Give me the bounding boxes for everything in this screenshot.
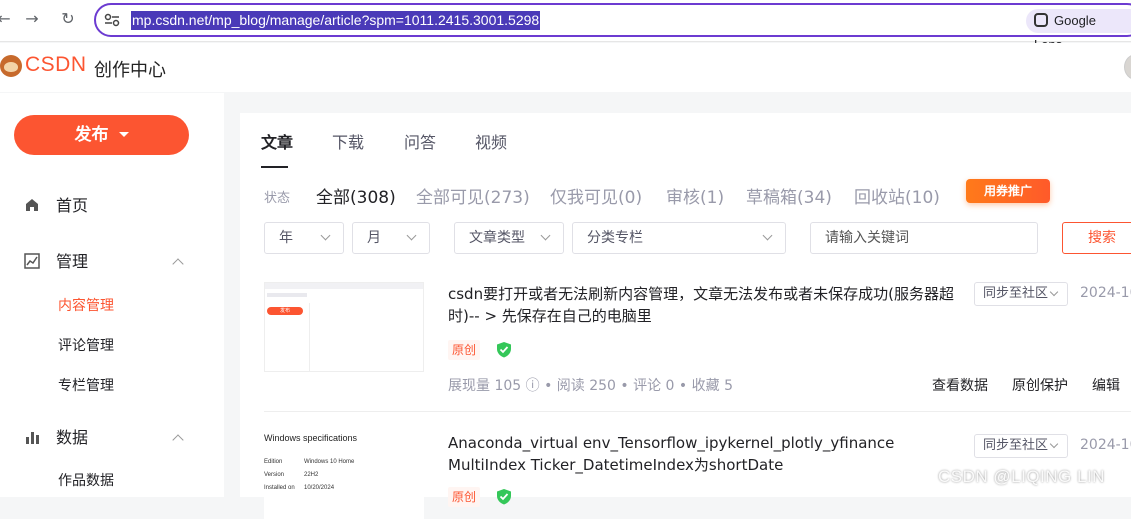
tab-download[interactable]: 下载 [332, 129, 364, 153]
sync-community-select[interactable]: 同步至社区 [974, 434, 1068, 458]
thumb-browser-bar [265, 283, 423, 289]
thumb-publish-button: 发布 [267, 307, 303, 315]
sidebar-item-works-data[interactable]: 作品数据 [58, 471, 114, 491]
thumb-heading: Windows specifications [264, 433, 358, 443]
row-divider [264, 411, 1131, 412]
view-data-link[interactable]: 查看数据 [932, 375, 988, 395]
original-protection-link[interactable]: 原创保护 [1012, 375, 1068, 395]
thumb-header [267, 293, 307, 297]
sidebar-item-data[interactable]: 数据 [24, 426, 88, 450]
filter-all[interactable]: 全部(308) [316, 183, 396, 208]
chevron-down-icon [118, 132, 129, 137]
back-icon[interactable]: ← [0, 9, 14, 29]
sidebar-item-home[interactable]: 首页 [24, 194, 88, 218]
sidebar-item-label: 首页 [56, 196, 89, 215]
sidebar-item-label: 管理 [56, 252, 89, 271]
chevron-down-icon [540, 230, 551, 241]
lens-icon [1034, 13, 1048, 27]
chevron-down-icon [320, 230, 331, 241]
google-lens-button[interactable]: Google Lens [1026, 9, 1131, 52]
article-thumbnail[interactable]: Windows specifications Edition Windows 1… [264, 429, 424, 519]
tab-article[interactable]: 文章 [261, 129, 293, 153]
thumb-text: Installed on [264, 485, 295, 491]
year-select[interactable]: 年 [264, 222, 344, 254]
thumb-text: Windows 10 Home [304, 459, 355, 465]
watermark: CSDN @LIQING LIN [938, 467, 1105, 486]
filter-review[interactable]: 审核(1) [666, 183, 724, 208]
column-select[interactable]: 分类专栏 [572, 222, 786, 254]
article-date: 2024-10 [1080, 285, 1131, 301]
sidebar-item-manage[interactable]: 管理 [24, 250, 88, 274]
csdn-logo[interactable]: CSDN [25, 53, 87, 77]
shield-check-icon [497, 342, 511, 358]
year-select-value: 年 [279, 230, 293, 246]
bar-chart-icon [26, 432, 39, 444]
sidebar: 发布 首页 管理 内容管理 评论管理 专栏管理 数据 作品数据 [0, 93, 224, 497]
sync-label: 同步至社区 [983, 438, 1049, 453]
filter-private[interactable]: 仅我可见(0) [550, 183, 642, 208]
thumb-text: 10/20/2024 [304, 485, 335, 491]
article-stats: 展现量 105 ⓘ • 阅读 250 • 评论 0 • 收藏 5 [448, 378, 733, 394]
coupon-label: 用券推广 [983, 184, 1032, 198]
original-tag: 原创 [448, 340, 480, 360]
article-date: 2024-10 [1080, 437, 1131, 453]
chevron-down-icon [762, 230, 773, 241]
filter-recycle-bin[interactable]: 回收站(10) [854, 183, 940, 208]
home-icon [26, 199, 38, 211]
address-bar[interactable]: mp.csdn.net/mp_blog/manage/article?spm=1… [94, 3, 1131, 52]
coupon-promotion-button[interactable]: 用券推广 [966, 179, 1050, 203]
chevron-down-icon [1049, 439, 1059, 449]
filter-drafts[interactable]: 草稿箱(34) [746, 183, 832, 208]
chevron-down-icon [1049, 287, 1059, 297]
site-settings-icon[interactable] [104, 13, 120, 27]
thumb-text: Edition [264, 459, 283, 465]
chevron-up-icon[interactable] [172, 258, 184, 270]
article-title[interactable]: csdn要打开或者无法刷新内容管理，文章无法发布或者未保存成功(服务器超时)--… [448, 283, 972, 327]
article-title[interactable]: Anaconda_virtual env_Tensorflow_ipykerne… [448, 432, 972, 476]
chevron-down-icon [406, 230, 417, 241]
active-tab-indicator [261, 166, 288, 168]
publish-button[interactable]: 发布 [14, 115, 189, 155]
publish-label: 发布 [74, 125, 109, 145]
sidebar-item-label: 数据 [56, 428, 89, 447]
sync-label: 同步至社区 [983, 286, 1049, 301]
status-label: 状态 [264, 191, 291, 206]
tab-video[interactable]: 视频 [475, 129, 507, 153]
page-title: 创作中心 [94, 60, 166, 81]
filter-public[interactable]: 全部可见(273) [416, 183, 530, 208]
avatar[interactable] [1124, 54, 1131, 80]
sidebar-item-content-manage[interactable]: 内容管理 [58, 296, 114, 316]
edit-link[interactable]: 编辑 [1092, 375, 1120, 395]
url-text[interactable]: mp.csdn.net/mp_blog/manage/article?spm=1… [131, 11, 541, 30]
keyword-input[interactable]: 请输入关键词 [810, 222, 1038, 254]
chevron-up-icon[interactable] [172, 434, 184, 446]
search-button[interactable]: 搜索 [1062, 222, 1131, 254]
thumb-text: Version [264, 472, 285, 478]
thumb-divider [309, 303, 310, 371]
sidebar-item-column-manage[interactable]: 专栏管理 [58, 376, 114, 396]
article-type-select[interactable]: 文章类型 [454, 222, 564, 254]
reload-icon[interactable]: ↻ [58, 9, 78, 29]
main-content: 文章 下载 问答 视频 状态 全部(308) 全部可见(273) 仅我可见(0)… [240, 113, 1131, 519]
original-tag: 原创 [448, 487, 480, 507]
site-header: CSDN 创作中心 [0, 43, 1131, 92]
month-select[interactable]: 月 [352, 222, 430, 254]
sync-community-select[interactable]: 同步至社区 [974, 282, 1068, 306]
article-type-value: 文章类型 [469, 230, 525, 246]
thumb-text: 22H2 [304, 472, 319, 478]
tab-qa[interactable]: 问答 [404, 129, 436, 153]
article-thumbnail[interactable]: 发布 [264, 282, 424, 372]
month-select-value: 月 [367, 230, 381, 246]
sidebar-item-comment-manage[interactable]: 评论管理 [58, 336, 114, 356]
browser-toolbar: ← → ↻ mp.csdn.net/mp_blog/manage/article… [0, 0, 1131, 52]
csdn-mascot-icon[interactable] [0, 55, 22, 77]
forward-icon[interactable]: → [22, 9, 42, 29]
column-select-value: 分类专栏 [587, 230, 643, 246]
chart-line-icon [24, 253, 40, 269]
